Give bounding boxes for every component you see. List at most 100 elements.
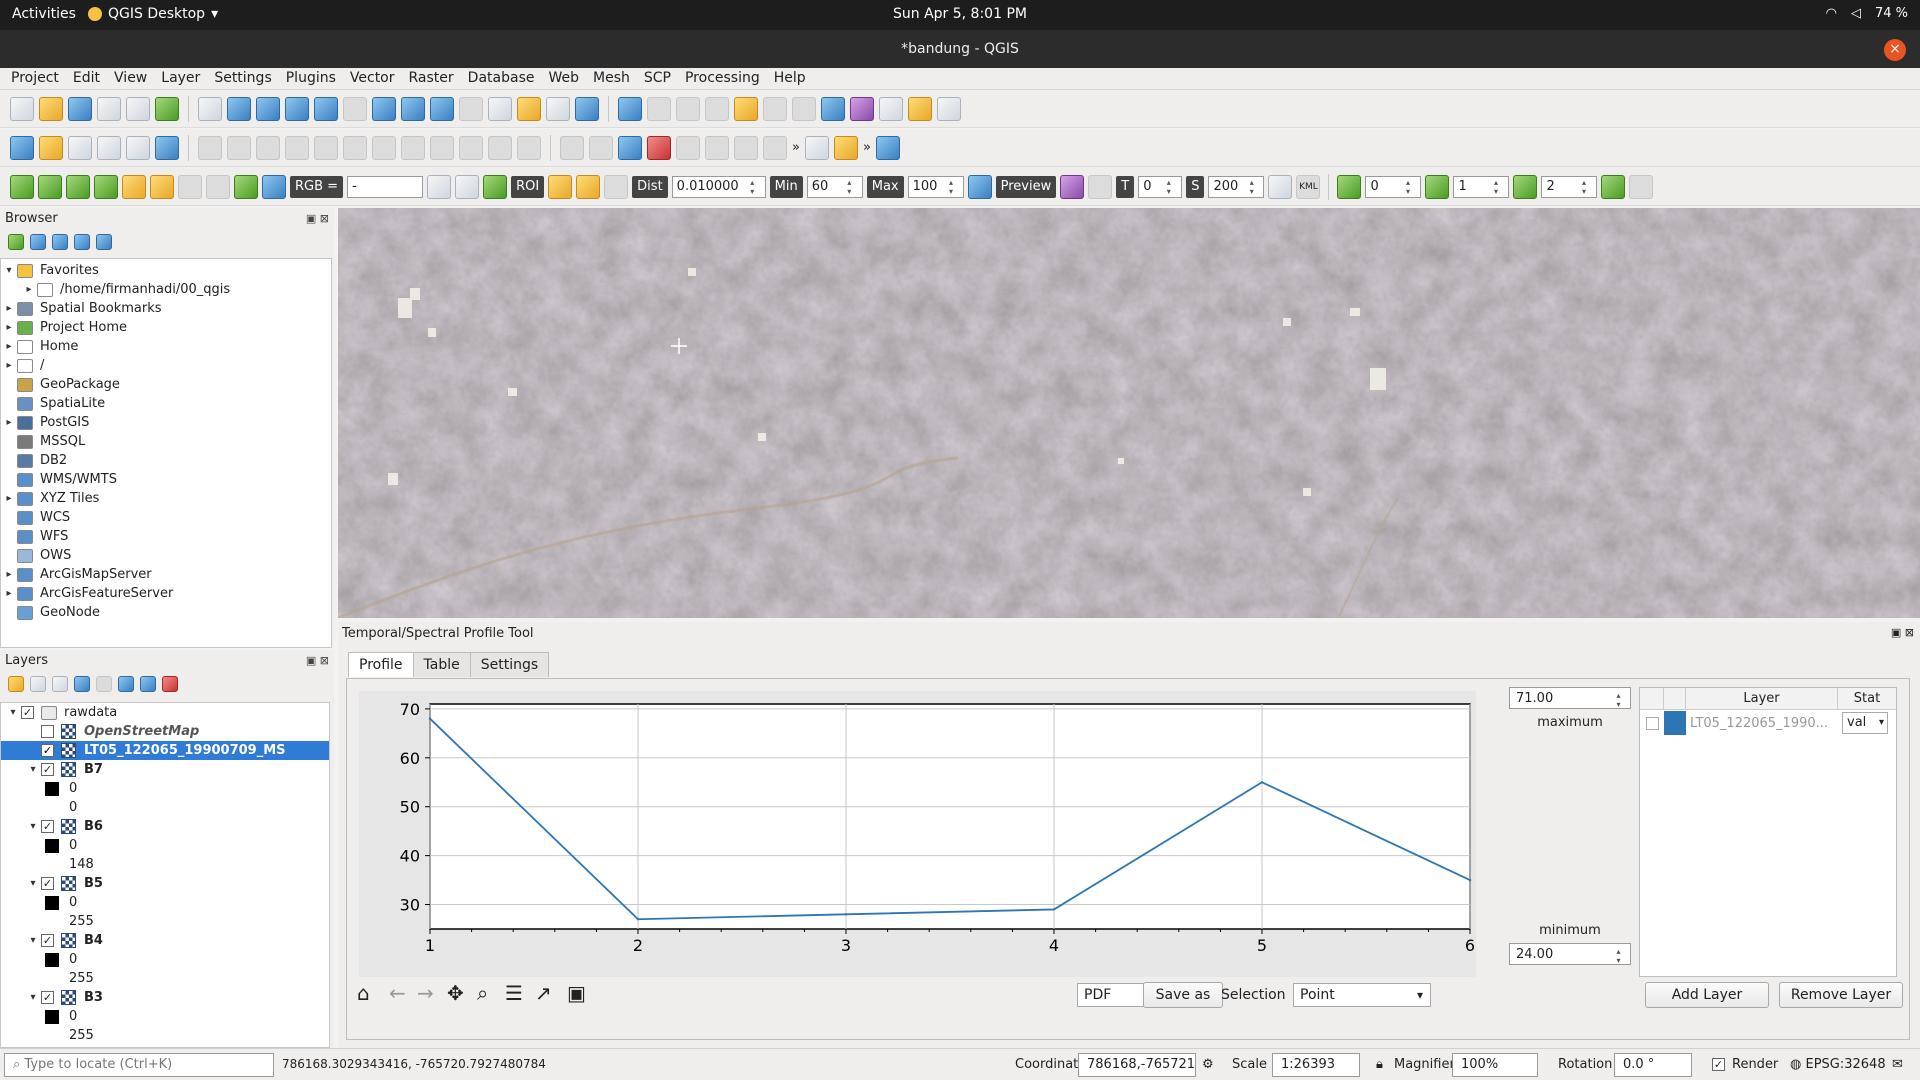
browser-item[interactable]: WCS xyxy=(1,508,331,527)
select-features-icon[interactable] xyxy=(676,96,700,121)
scp-zoom-roi-icon[interactable] xyxy=(150,174,174,199)
collapse-all-icon[interactable] xyxy=(140,676,156,692)
browser-item[interactable]: WMS/WMTS xyxy=(1,470,331,489)
layers-tree[interactable]: ▾ ✓ rawdata OpenStreetMap ✓ LT05_122065_19900… xyxy=(0,702,330,1048)
browser-item[interactable]: ▸ Project Home xyxy=(1,318,331,337)
collapse-all-icon[interactable] xyxy=(74,234,90,250)
min-input[interactable]: 60 xyxy=(806,175,863,198)
remove-temp-files-icon[interactable] xyxy=(1268,174,1293,199)
next-band-icon[interactable] xyxy=(1513,174,1538,199)
new-map-view-icon[interactable] xyxy=(488,96,512,121)
new-geopackage-icon[interactable] xyxy=(39,135,63,160)
roi-refresh-icon[interactable] xyxy=(604,174,629,199)
scp-band-combo-icon[interactable] xyxy=(66,174,90,199)
filter-icon[interactable] xyxy=(52,234,68,250)
collapse-arrow-icon[interactable]: ▾ xyxy=(5,707,21,718)
save-project-icon[interactable] xyxy=(68,96,92,121)
expand-arrow-icon[interactable]: ▸ xyxy=(1,493,17,504)
delete-selected-icon[interactable] xyxy=(372,135,396,160)
menu-edit[interactable]: Edit xyxy=(66,68,107,89)
browser-item[interactable]: SpatiaLite xyxy=(1,394,331,413)
style-manager-icon[interactable] xyxy=(155,96,179,121)
scale-combo[interactable]: 1:26393 xyxy=(1272,1053,1360,1077)
collapse-arrow-icon[interactable]: ▾ xyxy=(25,935,41,946)
legend-entry[interactable]: 0 xyxy=(1,836,329,855)
legend-entry[interactable]: 148 xyxy=(1,855,329,874)
kml-icon[interactable]: KML xyxy=(1296,174,1321,199)
scp-show-rgb-icon[interactable] xyxy=(262,174,286,199)
profile-layer-checkbox[interactable] xyxy=(1645,716,1659,730)
new-spatialite-icon[interactable] xyxy=(97,135,121,160)
menu-mesh[interactable]: Mesh xyxy=(586,68,637,89)
add-layer-button[interactable]: Add Layer xyxy=(1645,982,1769,1008)
data-source-manager-icon[interactable] xyxy=(10,135,34,160)
next-band-icon[interactable] xyxy=(1601,174,1626,199)
layer-visibility-checkbox[interactable]: ✓ xyxy=(41,820,54,833)
collapse-arrow-icon[interactable]: ▾ xyxy=(25,764,41,775)
profile-plot-area[interactable]: 1 2 3 4 5 6 30 40 50 60 70 xyxy=(359,691,1476,977)
dist-input[interactable]: 0.010000 xyxy=(671,175,766,198)
coordinate-field[interactable]: 786168,-765721 xyxy=(1078,1053,1196,1077)
layer-item[interactable]: ▾ ✓ B6 xyxy=(1,817,329,836)
t-input[interactable]: 0 xyxy=(1138,175,1183,198)
move-label-icon[interactable] xyxy=(734,135,758,160)
rgb-combination-icon[interactable] xyxy=(1337,174,1362,199)
layer-visibility-checkbox[interactable] xyxy=(41,725,54,738)
expand-all-icon[interactable] xyxy=(118,676,134,692)
band-input-green[interactable]: 1 xyxy=(1453,175,1510,198)
legend-entry[interactable]: 255 xyxy=(1,1026,329,1045)
messages-icon[interactable]: ✉ xyxy=(1892,1057,1903,1072)
zoom-next-icon[interactable] xyxy=(459,96,483,121)
pan-axes-icon[interactable]: ✥ xyxy=(447,981,464,1005)
classification-preview-icon[interactable] xyxy=(1060,174,1085,199)
stat-combo[interactable]: val ▾ xyxy=(1842,712,1888,734)
menu-project[interactable]: Project xyxy=(4,68,66,89)
layer-visibility-checkbox[interactable]: ✓ xyxy=(41,934,54,947)
layer-visibility-checkbox[interactable]: ✓ xyxy=(41,744,54,757)
label-highlight-icon[interactable] xyxy=(618,135,642,160)
save-figure-icon[interactable]: ▣ xyxy=(567,981,586,1005)
magnifier-input[interactable]: 100% xyxy=(1452,1053,1538,1077)
menu-processing[interactable]: Processing xyxy=(678,68,767,89)
browser-item[interactable]: ▸ /home/firmanhadi/00_qgis xyxy=(1,280,331,299)
redo-preview-icon[interactable] xyxy=(1088,174,1113,199)
crs-button[interactable]: ◍ EPSG:32648 xyxy=(1790,1057,1886,1072)
band-input-red[interactable]: 0 xyxy=(1365,175,1422,198)
render-checkbox[interactable]: ✓ Render xyxy=(1712,1057,1778,1072)
redo-roi-icon[interactable] xyxy=(576,174,601,199)
menu-help[interactable]: Help xyxy=(767,68,813,89)
preview-toggle[interactable]: Preview xyxy=(995,175,1057,198)
panel-float-close-controls[interactable]: ▣ ⊠ xyxy=(1891,626,1914,639)
new-temp-layer-icon[interactable] xyxy=(126,135,150,160)
scp-band-calc-icon[interactable] xyxy=(38,174,62,199)
more-tools-chevron-icon[interactable]: » xyxy=(863,140,871,155)
undo-icon[interactable] xyxy=(488,135,512,160)
more-tools-chevron-icon[interactable]: » xyxy=(792,140,800,155)
locator-search-input[interactable]: ⌕ Type to locate (Ctrl+K) xyxy=(4,1053,274,1077)
legend-entry[interactable]: 0 xyxy=(1,950,329,969)
redo-icon[interactable] xyxy=(517,135,541,160)
new-shapefile-icon[interactable] xyxy=(68,135,92,160)
collapse-arrow-icon[interactable]: ▾ xyxy=(1,265,17,276)
browser-item[interactable]: GeoNode xyxy=(1,603,331,622)
expand-arrow-icon[interactable]: ▸ xyxy=(1,417,17,428)
plugin-globe-icon[interactable] xyxy=(804,135,829,160)
expand-arrow-icon[interactable]: ▸ xyxy=(1,569,17,580)
remove-layer-button[interactable]: Remove Layer xyxy=(1779,982,1903,1008)
copy-icon[interactable] xyxy=(430,135,454,160)
filter-expression-icon[interactable] xyxy=(96,676,112,692)
browser-item[interactable]: GeoPackage xyxy=(1,375,331,394)
s-input[interactable]: 200 xyxy=(1208,175,1265,198)
zoom-out-icon[interactable] xyxy=(285,96,309,121)
menu-view[interactable]: View xyxy=(107,68,154,89)
identify-icon[interactable] xyxy=(618,96,642,121)
create-roi-icon[interactable] xyxy=(548,174,573,199)
expand-arrow-icon[interactable]: ▸ xyxy=(1,322,17,333)
home-icon[interactable]: ⌂ xyxy=(357,981,370,1005)
scp-zoom-to-icon[interactable] xyxy=(483,174,508,199)
browser-item[interactable]: ▸ ArcGisMapServer xyxy=(1,565,331,584)
layer-group[interactable]: ▾ ✓ rawdata xyxy=(1,703,329,722)
cumulative-stretch-icon[interactable] xyxy=(455,174,480,199)
collapse-arrow-icon[interactable]: ▾ xyxy=(25,821,41,832)
maximum-input[interactable]: 71.00 xyxy=(1509,687,1631,709)
